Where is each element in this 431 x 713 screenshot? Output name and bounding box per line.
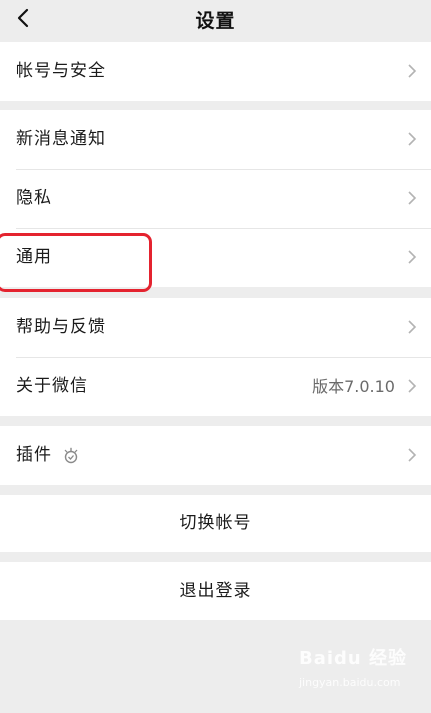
settings-item-account-security[interactable]: 帐号与安全	[0, 42, 431, 101]
chevron-right-icon	[408, 64, 417, 78]
settings-item-label: 隐私	[16, 188, 52, 208]
chevron-right-icon	[408, 250, 417, 264]
watermark-text: Baidu 经验	[298, 648, 407, 669]
settings-item-help-feedback[interactable]: 帮助与反馈	[0, 298, 431, 357]
chevron-right-icon	[408, 320, 417, 334]
highlight-annotation	[0, 233, 152, 292]
settings-item-plugins[interactable]: 插件	[0, 426, 431, 485]
watermark-subtext: jingyan.baidu.com	[298, 676, 401, 689]
settings-item-label: 帮助与反馈	[16, 317, 106, 337]
version-value: 版本7.0.10	[312, 377, 395, 396]
settings-item-label: 帐号与安全	[16, 61, 106, 81]
settings-group-plugins: 插件	[0, 426, 431, 485]
page-title: 设置	[195, 10, 236, 32]
nav-bar: 设置	[0, 0, 431, 42]
logout-button[interactable]: 退出登录	[0, 562, 431, 620]
chevron-right-icon	[408, 379, 417, 393]
watermark: Baidu 经验 jingyan.baidu.com	[299, 644, 407, 691]
settings-item-about-wechat[interactable]: 关于微信 版本7.0.10	[0, 357, 431, 416]
settings-group-about: 帮助与反馈 关于微信 版本7.0.10	[0, 298, 431, 416]
chevron-right-icon	[408, 191, 417, 205]
settings-item-privacy[interactable]: 隐私	[0, 169, 431, 228]
chevron-right-icon	[408, 448, 417, 462]
switch-account-button[interactable]: 切换帐号	[0, 495, 431, 552]
settings-item-label: 关于微信	[16, 376, 88, 396]
settings-item-notifications[interactable]: 新消息通知	[0, 110, 431, 169]
settings-item-label: 新消息通知	[16, 129, 106, 149]
settings-item-label: 插件	[16, 445, 52, 465]
plugin-icon	[64, 447, 78, 464]
chevron-right-icon	[408, 132, 417, 146]
settings-group-account: 帐号与安全	[0, 42, 431, 101]
